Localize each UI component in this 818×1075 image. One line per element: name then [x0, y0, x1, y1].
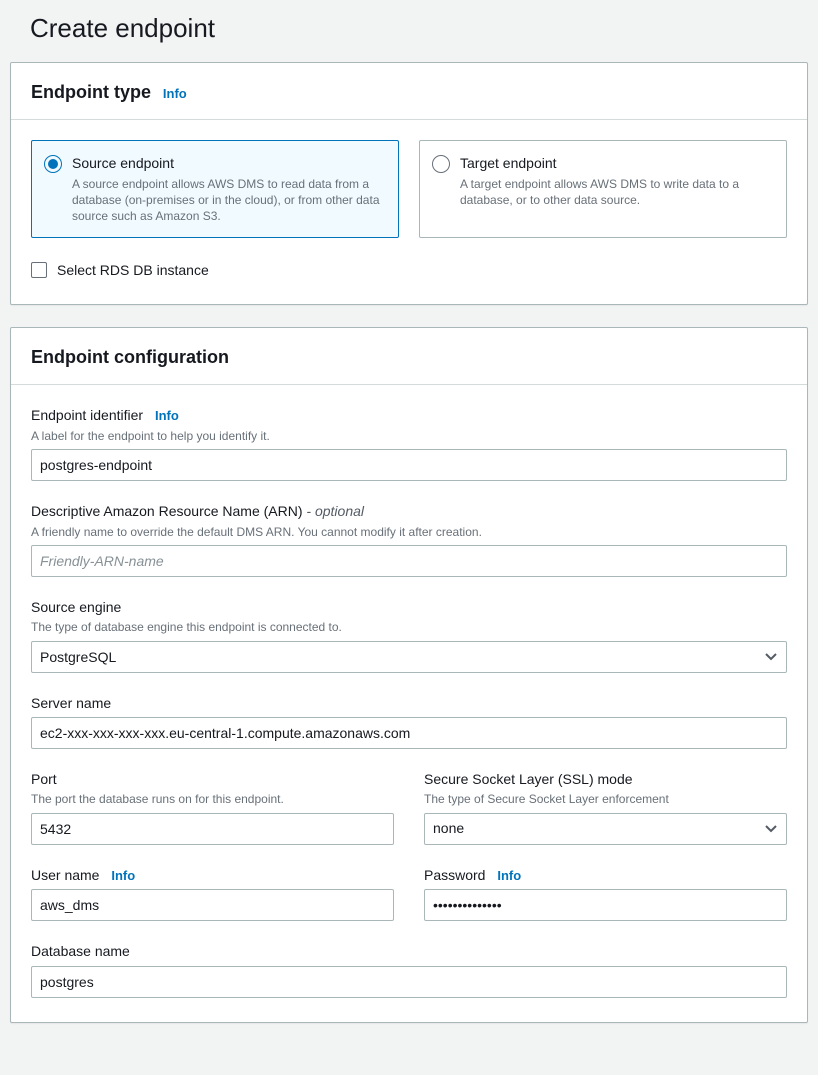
info-link[interactable]: Info [111, 868, 135, 883]
arn-optional: - optional [303, 503, 364, 519]
arn-label-text: Descriptive Amazon Resource Name (ARN) [31, 503, 303, 519]
endpoint-type-panel: Endpoint type Info Source endpoint A sou… [10, 62, 808, 305]
panel-header: Endpoint type Info [11, 63, 807, 120]
arn-hint: A friendly name to override the default … [31, 524, 787, 541]
radio-description: A source endpoint allows AWS DMS to read… [72, 176, 386, 225]
arn-label: Descriptive Amazon Resource Name (ARN) -… [31, 503, 364, 519]
server-name-label: Server name [31, 695, 111, 711]
radio-title: Target endpoint [460, 153, 774, 173]
ssl-mode-value: none [433, 818, 464, 838]
ssl-mode-select[interactable]: none [424, 813, 787, 845]
port-hint: The port the database runs on for this e… [31, 791, 394, 808]
radio-title: Source endpoint [72, 153, 386, 173]
info-link[interactable]: Info [155, 408, 179, 423]
port-input[interactable] [31, 813, 394, 845]
radio-source-endpoint[interactable]: Source endpoint A source endpoint allows… [31, 140, 399, 238]
endpoint-identifier-label: Endpoint identifier [31, 407, 143, 423]
radio-description: A target endpoint allows AWS DMS to writ… [460, 176, 774, 208]
rds-instance-checkbox[interactable] [31, 262, 47, 278]
database-name-input[interactable] [31, 966, 787, 998]
source-engine-select[interactable]: PostgreSQL [31, 641, 787, 673]
password-input[interactable] [424, 889, 787, 921]
radio-icon [44, 155, 62, 173]
page-title: Create endpoint [30, 10, 808, 48]
source-engine-value: PostgreSQL [40, 647, 116, 667]
source-engine-hint: The type of database engine this endpoin… [31, 619, 787, 636]
panel-title-endpoint-config: Endpoint configuration [31, 347, 229, 367]
ssl-mode-label: Secure Socket Layer (SSL) mode [424, 771, 633, 787]
arn-input[interactable] [31, 545, 787, 577]
source-engine-label: Source engine [31, 599, 121, 615]
password-label: Password [424, 867, 485, 883]
endpoint-identifier-input[interactable] [31, 449, 787, 481]
radio-icon [432, 155, 450, 173]
endpoint-config-panel: Endpoint configuration Endpoint identifi… [10, 327, 808, 1023]
port-label: Port [31, 771, 57, 787]
panel-title-endpoint-type: Endpoint type [31, 82, 151, 102]
endpoint-identifier-hint: A label for the endpoint to help you ide… [31, 428, 787, 445]
server-name-input[interactable] [31, 717, 787, 749]
ssl-mode-hint: The type of Secure Socket Layer enforcem… [424, 791, 787, 808]
rds-instance-label: Select RDS DB instance [57, 260, 209, 280]
info-link[interactable]: Info [497, 868, 521, 883]
database-name-label: Database name [31, 943, 130, 959]
panel-header: Endpoint configuration [11, 328, 807, 385]
username-label: User name [31, 867, 99, 883]
username-input[interactable] [31, 889, 394, 921]
info-link[interactable]: Info [163, 86, 187, 101]
radio-target-endpoint[interactable]: Target endpoint A target endpoint allows… [419, 140, 787, 238]
